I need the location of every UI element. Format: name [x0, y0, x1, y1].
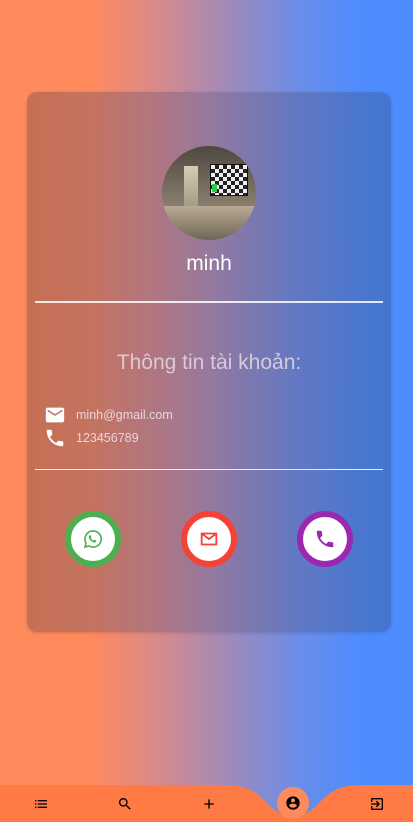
account-circle-icon [286, 796, 300, 810]
whatsapp-button[interactable] [65, 511, 121, 567]
call-button[interactable] [297, 511, 353, 567]
nav-account-button[interactable] [277, 787, 309, 819]
nav-add-button[interactable] [189, 785, 229, 822]
divider [35, 301, 383, 303]
whatsapp-icon [83, 530, 102, 549]
email-text: minh@gmail.com [76, 408, 173, 422]
email-row: minh@gmail.com [44, 404, 173, 426]
profile-name: minh [186, 252, 232, 275]
logout-icon [371, 797, 383, 810]
profile-card: minh Thông tin tài khoản: minh@gmail.com… [27, 92, 391, 632]
divider [35, 469, 383, 470]
nav-search-button[interactable] [105, 785, 145, 822]
list-icon [35, 799, 47, 808]
phone-icon [46, 429, 64, 447]
account-info-title: Thông tin tài khoản: [116, 351, 302, 374]
phone-icon [316, 530, 334, 548]
search-icon [118, 797, 131, 810]
mail-icon [200, 532, 218, 546]
phone-text: 123456789 [76, 431, 139, 445]
email-button[interactable] [181, 511, 237, 567]
nav-list-button[interactable] [21, 785, 61, 822]
avatar[interactable] [162, 146, 256, 240]
phone-row: 123456789 [44, 427, 139, 449]
nav-logout-button[interactable] [357, 785, 397, 822]
mail-icon [45, 407, 65, 423]
add-icon [204, 798, 214, 809]
